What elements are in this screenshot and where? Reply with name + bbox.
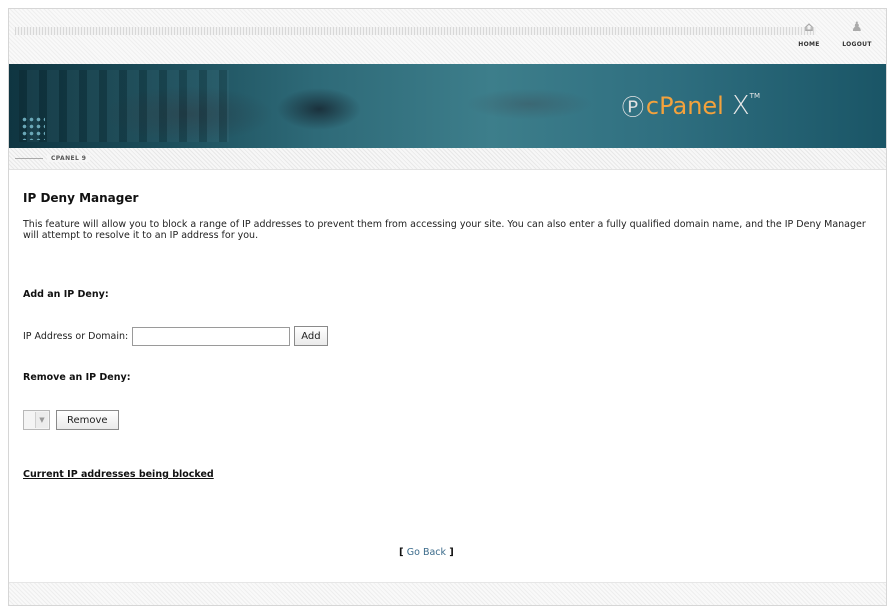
logout-label: LOGOUT: [842, 41, 872, 48]
go-back-bracket-open: [: [399, 547, 404, 558]
top-bar-pattern: [15, 27, 816, 35]
ip-field-label: IP Address or Domain:: [23, 330, 129, 342]
home-icon: ⌂: [804, 20, 814, 35]
remove-ip-deny-row: ▼ Remove: [23, 410, 119, 430]
breadcrumb[interactable]: CPANEL 9: [47, 155, 91, 162]
logo-text: cPanel: [645, 92, 724, 120]
cpanel-logo-icon: Ⓟ: [621, 96, 644, 121]
home-button[interactable]: ⌂ HOME: [787, 19, 831, 48]
page-frame: ⌂ HOME ♟ LOGOUT Ⓟ cPanel X TM CPANEL 9 I…: [8, 8, 887, 606]
go-back-bracket-close: ]: [449, 547, 454, 558]
logout-button[interactable]: ♟ LOGOUT: [835, 19, 879, 48]
breadcrumb-bar: CPANEL 9: [9, 148, 886, 170]
page-description: This feature will allow you to block a r…: [23, 219, 866, 241]
ip-deny-select[interactable]: ▼: [23, 410, 50, 430]
main-content: IP Deny Manager This feature will allow …: [23, 191, 883, 480]
banner-dots: [21, 116, 45, 140]
logo-x: X: [731, 91, 750, 121]
top-bar: ⌂ HOME ♟ LOGOUT: [9, 9, 886, 64]
logout-icon: ♟: [851, 20, 863, 35]
cpanel-logo: Ⓟ cPanel X TM: [622, 90, 760, 122]
header-banner: Ⓟ cPanel X TM: [9, 64, 886, 148]
page-title: IP Deny Manager: [23, 191, 139, 205]
add-ip-deny-row: IP Address or Domain: Add: [23, 326, 328, 346]
footer-bar: [9, 582, 886, 605]
logo-trademark: TM: [749, 92, 760, 100]
blocked-ips-link[interactable]: Current IP addresses being blocked: [23, 469, 214, 480]
go-back-area: [ Go Back ]: [399, 547, 454, 558]
add-ip-deny-heading: Add an IP Deny:: [23, 289, 109, 300]
home-label: HOME: [798, 41, 820, 48]
remove-ip-deny-heading: Remove an IP Deny:: [23, 372, 131, 383]
banner-graphic: [19, 70, 229, 142]
chevron-down-icon: ▼: [35, 412, 48, 428]
add-button[interactable]: Add: [294, 326, 328, 346]
go-back-link[interactable]: Go Back: [407, 547, 446, 558]
breadcrumb-divider: [15, 158, 43, 159]
remove-button[interactable]: Remove: [56, 410, 119, 430]
ip-address-input[interactable]: [132, 326, 291, 346]
